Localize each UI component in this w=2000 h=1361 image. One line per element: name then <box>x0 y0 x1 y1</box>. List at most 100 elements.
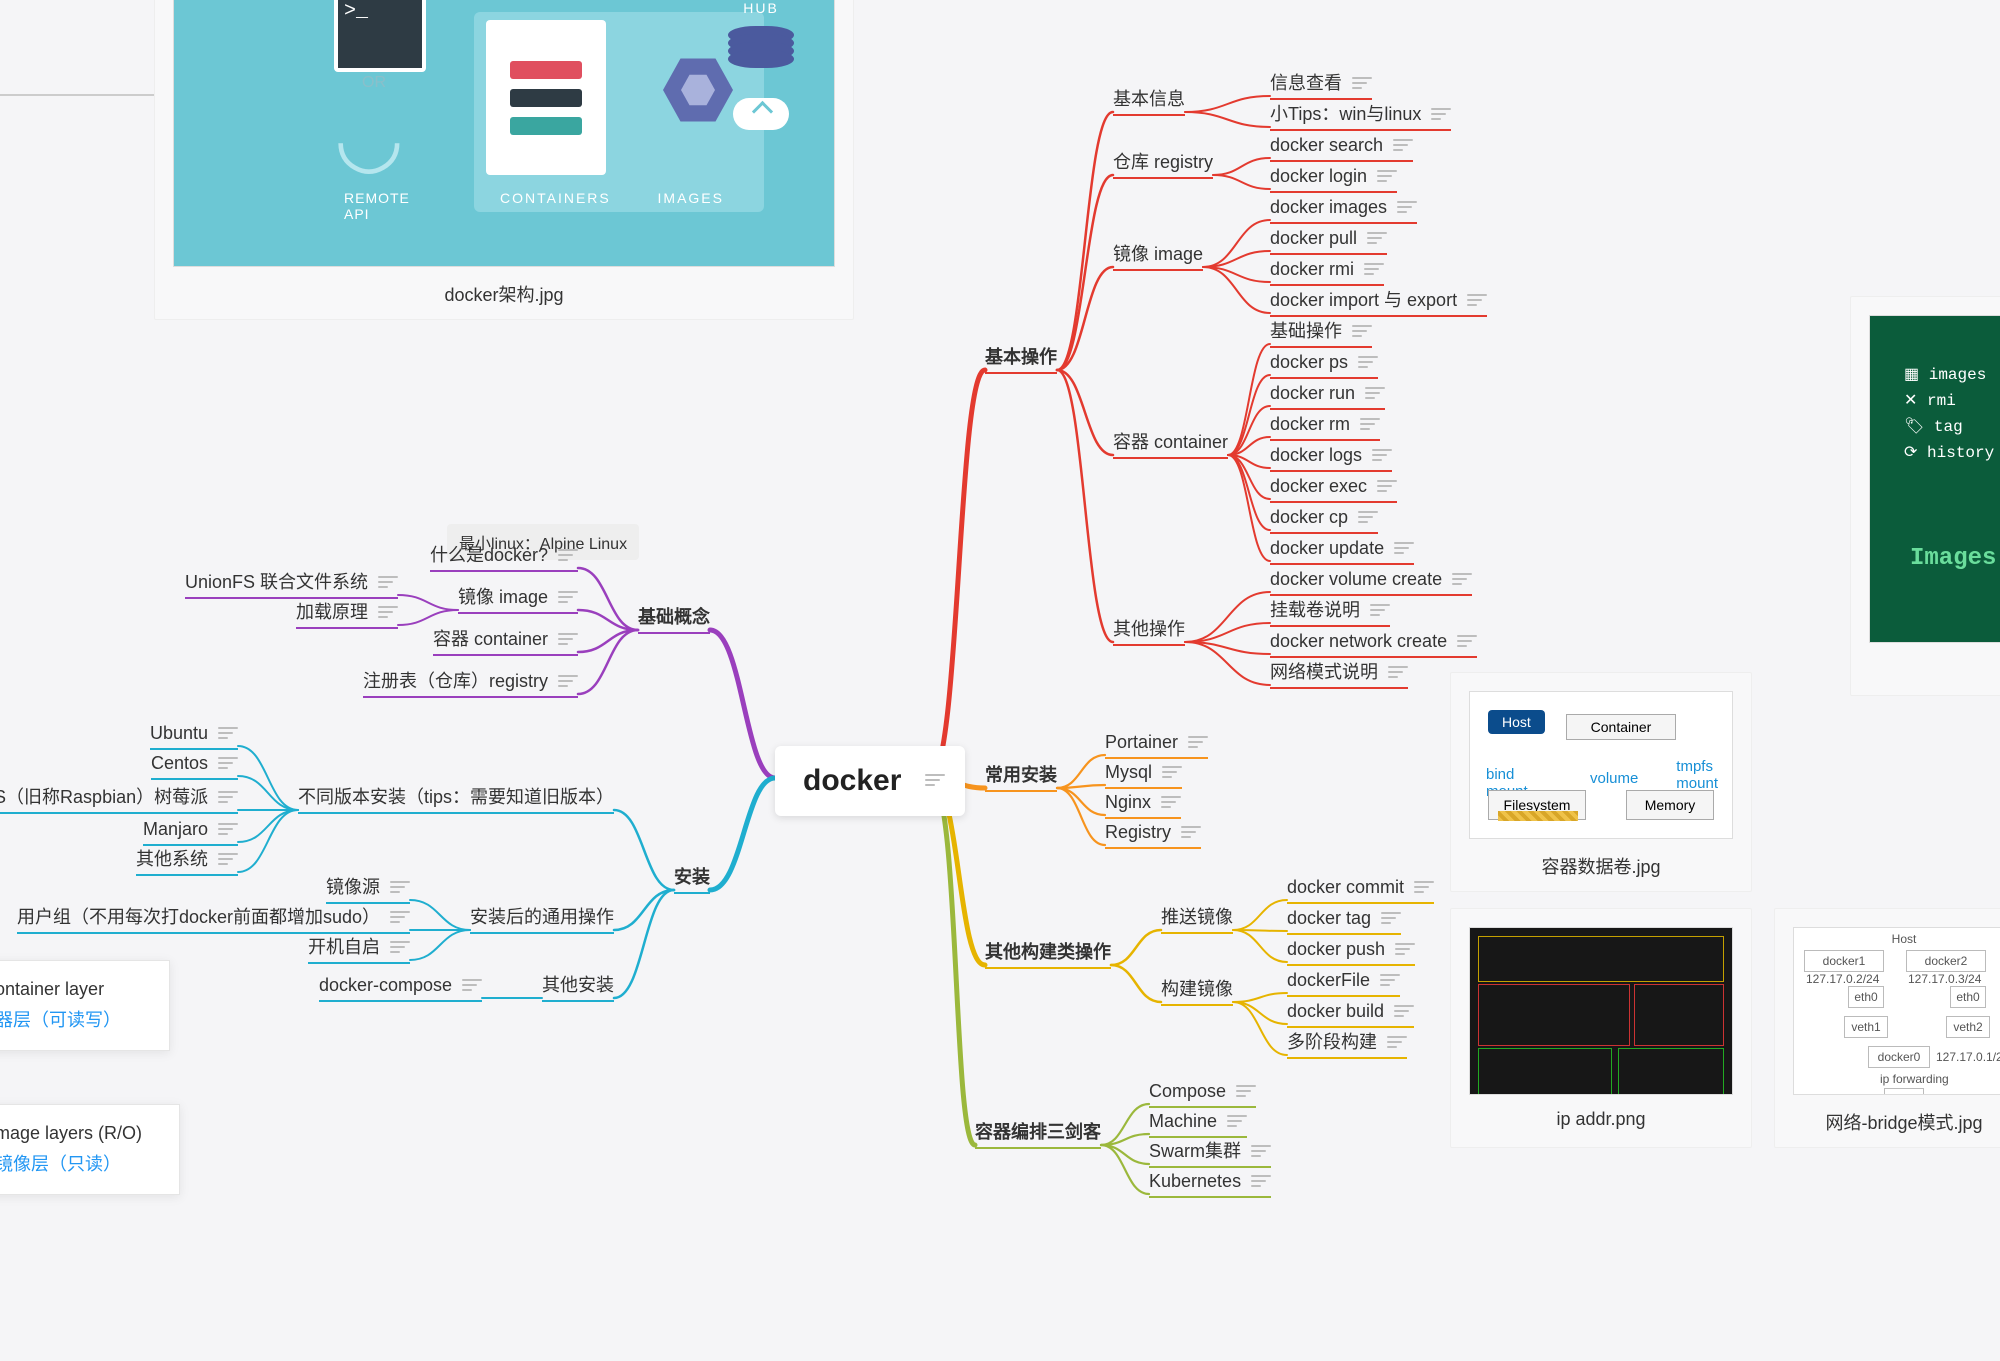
basics-image-0[interactable]: UnionFS 联合文件系统 <box>185 573 398 599</box>
arch-caption: docker架构.jpg <box>173 281 835 307</box>
basics-image[interactable]: 镜像 image <box>458 588 578 614</box>
node-label: docker images <box>1270 197 1387 217</box>
build-g-0[interactable]: 推送镜像 <box>1161 908 1233 934</box>
build-0-0[interactable]: docker commit <box>1287 878 1434 904</box>
ops-g-0[interactable]: 基本信息 <box>1113 90 1185 116</box>
ops-3-2[interactable]: docker run <box>1270 384 1385 410</box>
bridge-mock: Host docker1 docker2 127.17.0.2/24 127.1… <box>1794 928 2000 1094</box>
orch-1[interactable]: Machine <box>1149 1112 1247 1138</box>
node-label: docker login <box>1270 166 1367 186</box>
install-v-0[interactable]: Ubuntu <box>150 724 238 750</box>
node-label: docker volume create <box>1270 569 1442 589</box>
panel-volume[interactable]: Host Container bindmount volume tmpfsmou… <box>1450 672 1752 892</box>
install-v-4[interactable]: 其他系统 <box>136 850 238 876</box>
common-3[interactable]: Registry <box>1105 823 1201 849</box>
ops-1-1[interactable]: docker login <box>1270 167 1397 193</box>
notes-icon <box>390 881 410 895</box>
basics-what-docker[interactable]: 什么是docker? <box>430 546 578 572</box>
node-label: 镜像 image <box>458 587 548 607</box>
basics-container[interactable]: 容器 container <box>433 630 578 656</box>
install-p-1[interactable]: 用户组（不用每次打docker前面都增加sudo） <box>17 908 410 934</box>
install-v-1[interactable]: Centos <box>151 754 238 780</box>
panel-arch[interactable]: DAEMON >_ OR ◡ REMOTEAPI CONTAINERS IMAG… <box>154 0 854 320</box>
ops-2-1[interactable]: docker pull <box>1270 229 1387 255</box>
node-label: Centos <box>151 753 208 773</box>
peek-b-line1: mage layers (R/O) <box>0 1123 155 1144</box>
ops-3-3[interactable]: docker rm <box>1270 415 1380 441</box>
node-label: 镜像源 <box>326 877 380 897</box>
build-g-1[interactable]: 构建镜像 <box>1161 980 1233 1006</box>
ops-g-1[interactable]: 仓库 registry <box>1113 153 1213 179</box>
ops-4-1[interactable]: 挂载卷说明 <box>1270 601 1390 627</box>
node-label: UnionFS 联合文件系统 <box>185 572 368 592</box>
build-0-2[interactable]: docker push <box>1287 940 1415 966</box>
orch-0[interactable]: Compose <box>1149 1082 1256 1108</box>
branch-orch[interactable]: 容器编排三剑客 <box>975 1123 1101 1149</box>
ops-3-1[interactable]: docker ps <box>1270 353 1378 379</box>
ops-0-1[interactable]: 小Tips：win与linux <box>1270 105 1451 131</box>
install-o-0[interactable]: docker-compose <box>319 976 482 1002</box>
node-label: docker build <box>1287 1001 1384 1021</box>
notes-icon <box>1393 139 1413 153</box>
build-1-1[interactable]: docker build <box>1287 1002 1414 1028</box>
ops-g-3[interactable]: 容器 container <box>1113 433 1228 459</box>
ops-3-0[interactable]: 基础操作 <box>1270 322 1372 348</box>
build-1-2[interactable]: 多阶段构建 <box>1287 1033 1407 1059</box>
ops-3-5[interactable]: docker exec <box>1270 477 1397 503</box>
branch-basics[interactable]: 基础概念 <box>638 608 710 634</box>
notes-icon <box>1360 418 1380 432</box>
ops-2-0[interactable]: docker images <box>1270 198 1417 224</box>
install-versions[interactable]: 不同版本安装（tips：需要知道旧版本） <box>298 788 614 814</box>
branch-build[interactable]: 其他构建类操作 <box>985 943 1111 969</box>
branch-ops[interactable]: 基本操作 <box>985 348 1057 374</box>
basics-image-1[interactable]: 加载原理 <box>296 603 398 629</box>
common-1[interactable]: Mysql <box>1105 763 1182 789</box>
branch-common[interactable]: 常用安装 <box>985 766 1057 792</box>
ops-4-2[interactable]: docker network create <box>1270 632 1477 658</box>
install-v-3[interactable]: Manjaro <box>143 820 238 846</box>
install-p-0[interactable]: 镜像源 <box>326 878 410 904</box>
notes-icon <box>1162 766 1182 780</box>
install-p-2[interactable]: 开机自启 <box>308 938 410 964</box>
notes-icon <box>1372 449 1392 463</box>
ops-1-0[interactable]: docker search <box>1270 136 1413 162</box>
ops-2-3[interactable]: docker import 与 export <box>1270 291 1487 317</box>
ops-g-2[interactable]: 镜像 image <box>1113 245 1203 271</box>
orch-2[interactable]: Swarm集群 <box>1149 1142 1271 1168</box>
common-0[interactable]: Portainer <box>1105 733 1208 759</box>
root-node[interactable]: docker <box>775 746 965 816</box>
node-label: 仓库 registry <box>1113 152 1213 172</box>
basics-registry[interactable]: 注册表（仓库）registry <box>363 672 578 698</box>
panel-ipaddr[interactable]: ip addr.png <box>1450 908 1752 1148</box>
notes-icon <box>1188 736 1208 750</box>
notes-icon <box>1161 796 1181 810</box>
panel-bridge[interactable]: Host docker1 docker2 127.17.0.2/24 127.1… <box>1774 908 2000 1148</box>
notes-icon <box>1358 356 1378 370</box>
panel-images[interactable]: ▦ images ✕ rmi 🏷 tag ⟳ history Images <box>1850 296 2000 696</box>
notes-icon <box>462 979 482 993</box>
branch-install[interactable]: 安装 <box>674 868 710 894</box>
notes-icon <box>558 549 578 563</box>
ops-0-0[interactable]: 信息查看 <box>1270 74 1372 100</box>
node-label: 注册表（仓库）registry <box>363 671 548 691</box>
ops-4-0[interactable]: docker volume create <box>1270 570 1472 596</box>
ops-3-4[interactable]: docker logs <box>1270 446 1392 472</box>
node-label: docker network create <box>1270 631 1447 651</box>
node-label: 基本信息 <box>1113 89 1185 109</box>
install-other[interactable]: 其他安装 <box>542 976 614 1002</box>
install-post[interactable]: 安装后的通用操作 <box>470 908 614 934</box>
node-label: Swarm集群 <box>1149 1141 1241 1161</box>
build-0-1[interactable]: docker tag <box>1287 909 1401 935</box>
notes-icon <box>1394 1005 1414 1019</box>
common-2[interactable]: Nginx <box>1105 793 1181 819</box>
notes-icon <box>1352 77 1372 91</box>
orch-3[interactable]: Kubernetes <box>1149 1172 1271 1198</box>
build-1-0[interactable]: dockerFile <box>1287 971 1400 997</box>
node-label: 容器编排三剑客 <box>975 1122 1101 1142</box>
ops-3-6[interactable]: docker cp <box>1270 508 1378 534</box>
install-v-2[interactable]: Raspberry Pi OS（旧称Raspbian）树莓派 <box>0 788 238 814</box>
ops-2-2[interactable]: docker rmi <box>1270 260 1384 286</box>
ops-3-7[interactable]: docker update <box>1270 539 1414 565</box>
ops-4-3[interactable]: 网络模式说明 <box>1270 663 1408 689</box>
ops-g-4[interactable]: 其他操作 <box>1113 620 1185 646</box>
